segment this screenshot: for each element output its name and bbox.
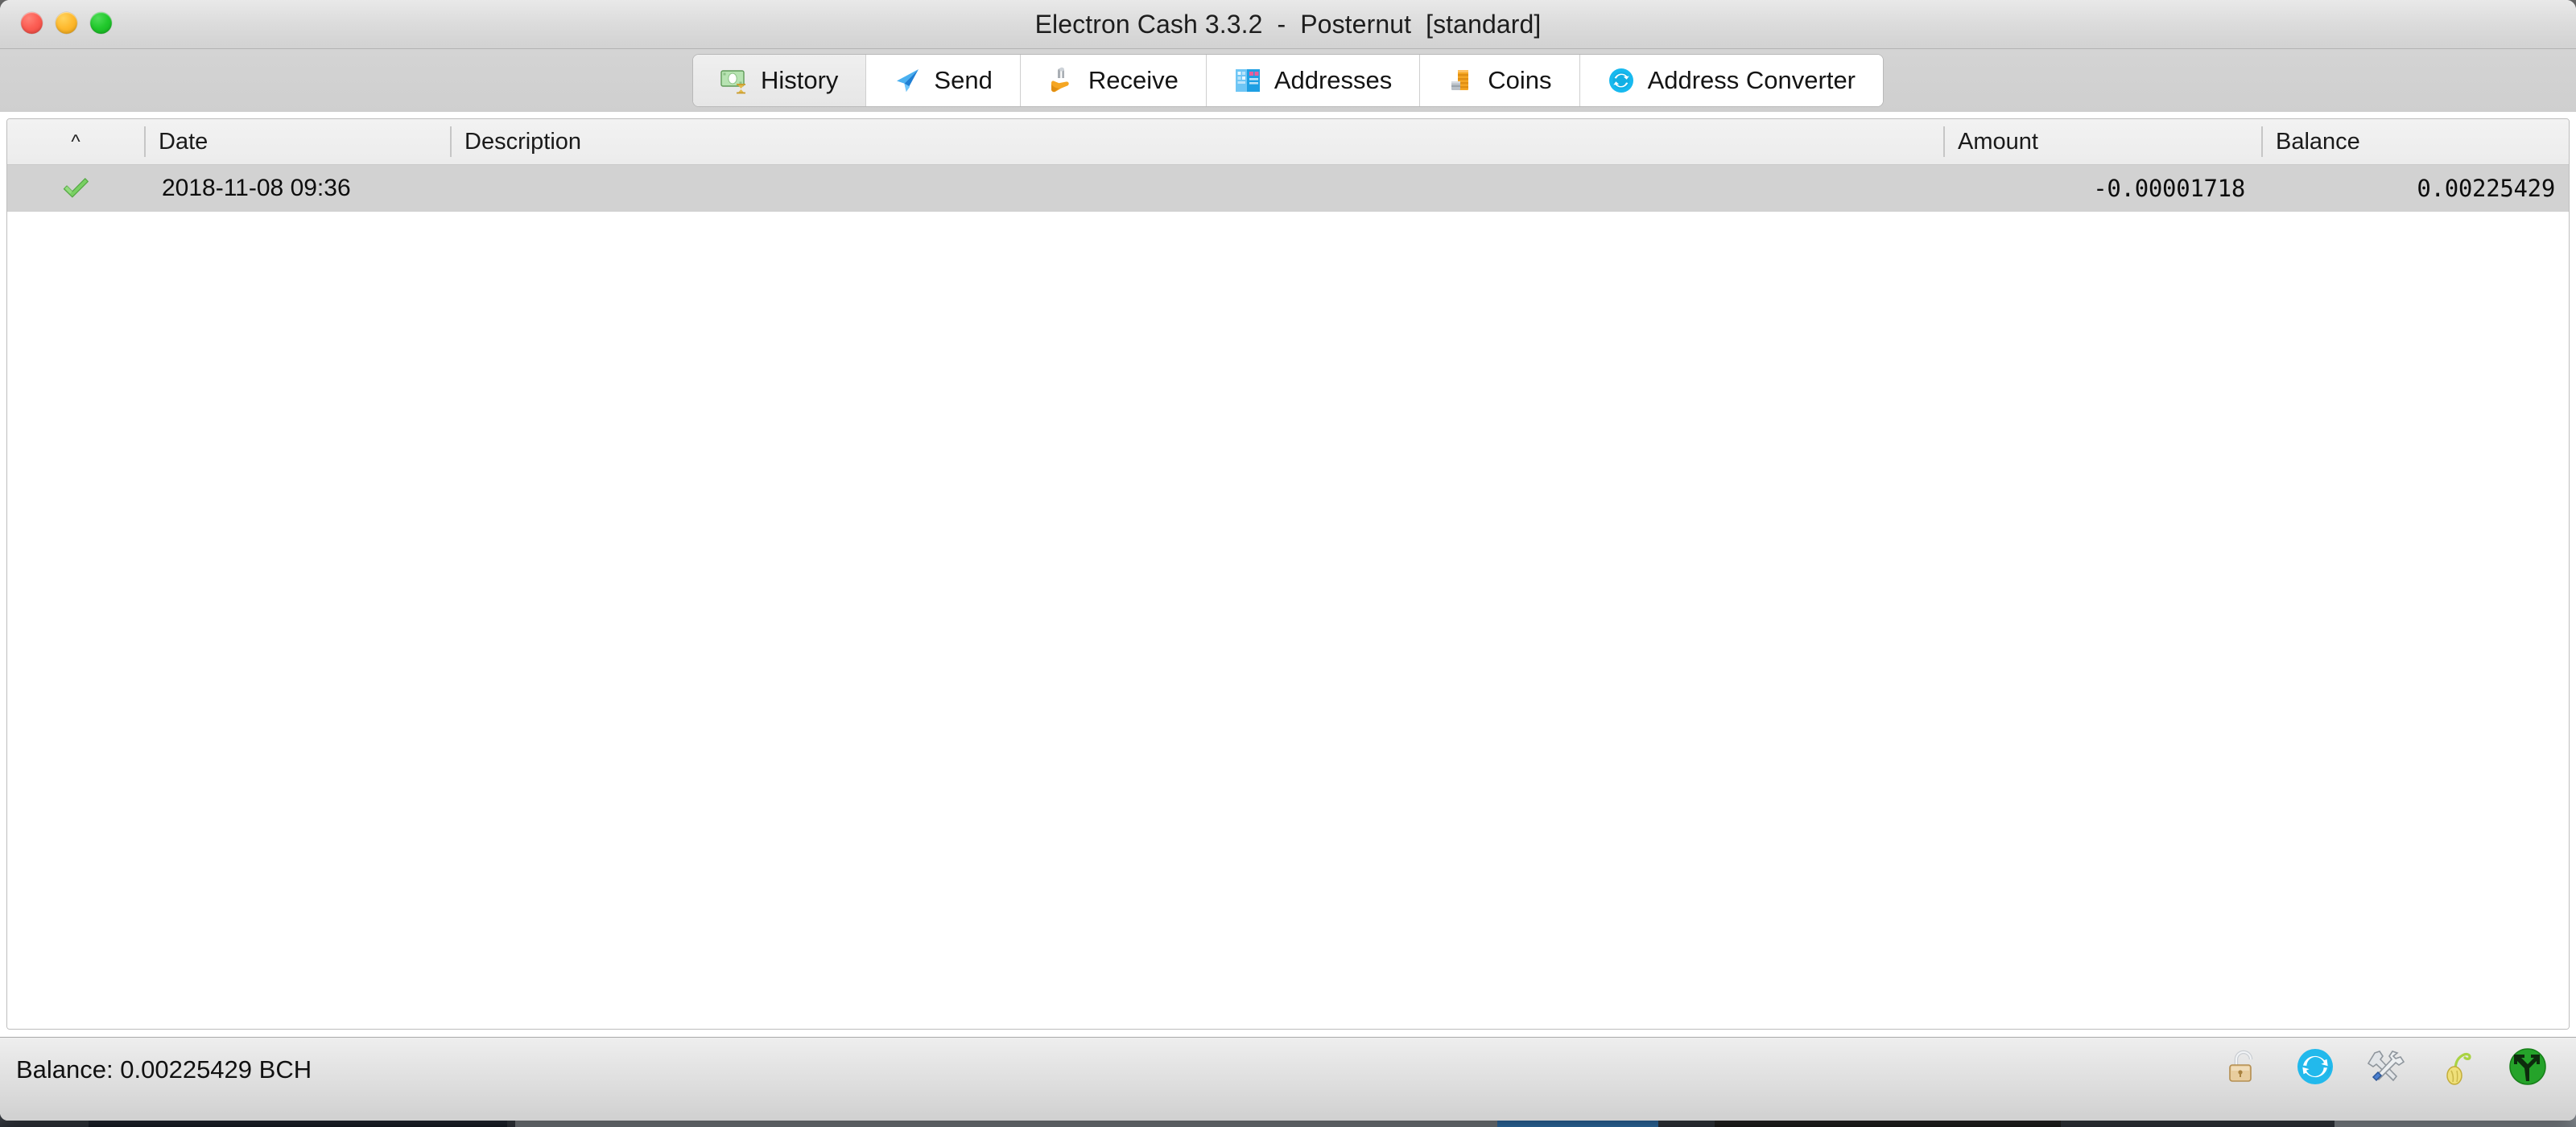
tab-label: Addresses [1274,66,1393,94]
electron-cash-window: Electron Cash 3.3.2 - Posternut [standar… [0,0,2576,1121]
title-bar: Electron Cash 3.3.2 - Posternut [standar… [0,0,2576,49]
sync-circle-icon[interactable] [2294,1046,2336,1088]
screen: Electron Cash 3.3.2 - Posternut [standar… [0,0,2576,1127]
tab-bar: History Send Receive Addresses Coins Add… [691,54,1885,107]
tab-address-converter[interactable]: Address Converter [1579,55,1884,106]
column-header-date[interactable]: Date [144,119,450,164]
column-header-amount[interactable]: Amount [1943,119,2261,164]
column-divider[interactable] [144,126,146,157]
history-table: ^ Date Description Amount Balance 2018-1… [6,118,2570,1030]
column-divider[interactable] [2261,126,2263,157]
tab-history[interactable]: History [692,55,867,106]
column-header-status[interactable]: ^ [7,119,144,164]
tab-label: Address Converter [1647,66,1856,94]
transaction-date: 2018-11-08 09:36 [162,175,351,201]
tab-label: Receive [1088,66,1179,94]
seed-sprout-icon[interactable] [2436,1046,2478,1088]
sort-ascending-icon[interactable]: ^ [7,119,144,164]
table-row[interactable]: 2018-11-08 09:36 -0.00001718 0.00225429 [7,165,2569,212]
transaction-balance: 0.00225429 [2417,175,2555,202]
transaction-amount: -0.00001718 [2093,175,2245,202]
column-header-label: Date [159,129,208,155]
tab-receive[interactable]: Receive [1020,55,1207,106]
table-body: 2018-11-08 09:36 -0.00001718 0.00225429 [7,165,2569,1029]
status-bar: Balance: 0.00225429 BCH [0,1037,2576,1121]
column-header-balance[interactable]: Balance [2261,119,2569,164]
column-header-label: Description [464,129,582,155]
paper-plane-icon [894,67,921,94]
table-header-row: ^ Date Description Amount Balance [7,119,2569,165]
tab-send[interactable]: Send [866,55,1021,106]
banknote-hourglass-icon [720,67,748,94]
confirmed-check-icon [63,178,89,198]
tab-label: History [760,66,839,94]
tab-bar-container: History Send Receive Addresses Coins Add… [0,49,2576,112]
transaction-status [7,165,144,212]
coin-stack-icon [1447,67,1475,94]
tab-coins[interactable]: Coins [1420,55,1580,106]
page-title: Electron Cash 3.3.2 - Posternut [standar… [1034,10,1542,39]
tab-addresses[interactable]: Addresses [1206,55,1421,106]
convert-circle-icon [1608,67,1635,94]
tools-icon[interactable] [2365,1046,2407,1088]
hand-coin-icon [1048,67,1075,94]
status-bar-icons [2223,1046,2549,1088]
status-balance-label: Balance: 0.00225429 BCH [16,1055,312,1084]
transaction-description [450,165,1943,212]
column-divider[interactable] [1943,126,1945,157]
column-header-description[interactable]: Description [450,119,1943,164]
tab-label: Send [934,66,993,94]
column-divider[interactable] [450,126,452,157]
column-header-label: Balance [2276,129,2360,155]
padlock-open-icon[interactable] [2223,1046,2265,1088]
column-header-label: Amount [1958,129,2038,155]
network-fork-icon[interactable] [2507,1046,2549,1088]
address-book-icon [1234,67,1261,94]
tab-label: Coins [1488,66,1552,94]
